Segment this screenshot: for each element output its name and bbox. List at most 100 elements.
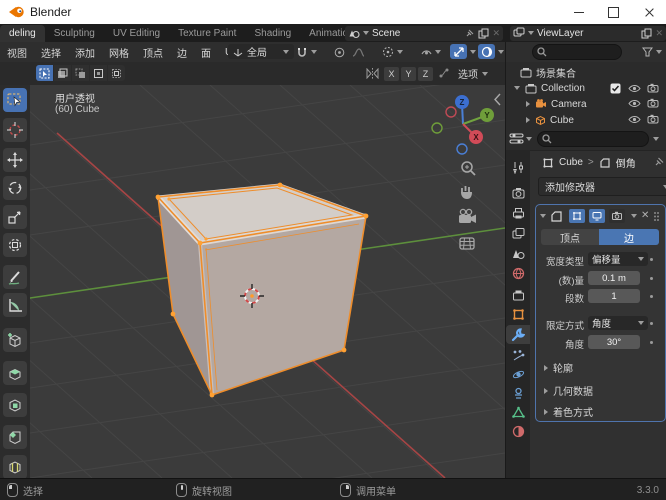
pin-icon[interactable] [654, 156, 665, 167]
amount-field[interactable]: 0.1 m [588, 271, 640, 285]
chevron-down-icon[interactable] [656, 50, 662, 54]
drag-handle-icon[interactable] [653, 211, 660, 222]
breadcrumb-object[interactable]: Cube [559, 157, 583, 168]
workspace-tab-uv-editing[interactable]: UV Editing [104, 25, 169, 42]
tab-view-layer[interactable] [506, 224, 530, 243]
tool-move[interactable] [3, 148, 27, 172]
falloff-curve-icon[interactable] [352, 47, 365, 58]
menu-edge[interactable]: 边 [170, 45, 194, 60]
outliner-row-scene-collection[interactable]: 场景集合 [506, 64, 666, 80]
close-button[interactable] [632, 0, 666, 24]
properties-search-input[interactable] [537, 131, 649, 147]
animate-dot[interactable] [650, 277, 653, 280]
snap-symmetry-icon[interactable] [438, 67, 450, 79]
gizmo-x-neg-ball[interactable] [445, 106, 457, 118]
tab-collection-props[interactable] [506, 286, 530, 305]
menu-vertex[interactable]: 顶点 [136, 45, 170, 60]
chevron-down-icon[interactable] [435, 50, 441, 54]
render-camera-icon[interactable] [647, 83, 659, 93]
scene-selector[interactable]: Scene ✕ [345, 25, 503, 41]
tool-extrude-region[interactable] [3, 361, 27, 385]
eye-icon[interactable] [628, 115, 641, 124]
tool-rotate[interactable] [3, 176, 27, 200]
bevel-tab-vertices[interactable]: 顶点 [541, 229, 599, 245]
viewlayer-selector[interactable]: ViewLayer ✕ [510, 25, 666, 41]
tool-measure[interactable] [3, 293, 27, 317]
minimize-button[interactable] [562, 0, 596, 24]
select-mode-lasso[interactable] [90, 65, 107, 81]
tool-annotate[interactable] [3, 265, 27, 289]
new-viewlayer-icon[interactable] [641, 28, 652, 39]
eye-icon[interactable] [628, 84, 641, 93]
tool-box-select[interactable] [3, 88, 27, 112]
tab-scene[interactable] [506, 244, 530, 263]
workspace-tab-modeling[interactable]: deling [0, 25, 45, 42]
workspace-tab-shading[interactable]: Shading [245, 25, 300, 42]
viewport-3d[interactable]: Z Y X [0, 74, 666, 500]
outliner-row-collection[interactable]: Collection [506, 80, 666, 96]
select-mode-circle[interactable] [72, 65, 89, 81]
tab-constraints[interactable] [506, 384, 530, 403]
disclosure-closed-icon[interactable] [526, 117, 530, 123]
outliner-search-input[interactable] [532, 44, 622, 60]
snap-magnet-icon[interactable] [296, 46, 308, 58]
tab-object-data[interactable] [506, 403, 530, 422]
section-profile[interactable]: 轮廓 [544, 360, 573, 375]
animate-dot[interactable] [650, 258, 653, 261]
workspace-tab-sculpting[interactable]: Sculpting [45, 25, 104, 42]
tab-render[interactable] [506, 184, 530, 203]
disclosure-closed-icon[interactable] [526, 101, 530, 107]
tool-bevel[interactable] [3, 425, 27, 449]
tab-physics[interactable] [506, 365, 530, 384]
tool-add-cube[interactable] [3, 328, 27, 352]
eye-icon[interactable] [628, 99, 641, 108]
tab-tool[interactable] [506, 158, 530, 177]
section-shading[interactable]: 着色方式 [544, 404, 593, 419]
tool-loop-cut[interactable] [3, 455, 27, 479]
tab-output[interactable] [506, 204, 530, 223]
menu-mesh[interactable]: 网格 [102, 45, 136, 60]
tab-modifiers[interactable] [506, 325, 530, 344]
pin-icon[interactable] [465, 28, 475, 38]
tool-cursor[interactable] [3, 118, 27, 142]
tab-particles[interactable] [506, 346, 530, 365]
tool-scale[interactable] [3, 205, 27, 229]
animate-dot[interactable] [650, 322, 653, 325]
render-camera-icon[interactable] [647, 114, 659, 124]
maximize-button[interactable] [596, 0, 630, 24]
proportional-edit-icon[interactable] [334, 47, 345, 58]
limit-method-dropdown[interactable]: 角度 [588, 316, 648, 330]
segments-field[interactable]: 1 [588, 289, 640, 303]
animate-dot[interactable] [650, 295, 653, 298]
outliner-row-camera[interactable]: Camera [506, 96, 666, 112]
width-type-dropdown[interactable]: 偏移量 [588, 252, 648, 266]
chevron-down-icon[interactable] [498, 50, 504, 54]
outliner-row-cube[interactable]: Cube [506, 112, 666, 128]
pivot-point-icon[interactable] [382, 46, 394, 58]
mirror-y-toggle[interactable]: Y [401, 66, 416, 81]
tab-object[interactable] [506, 305, 530, 324]
new-scene-icon[interactable] [478, 28, 489, 39]
chevron-down-icon[interactable] [397, 50, 403, 54]
add-modifier-dropdown[interactable]: 添加修改器 [538, 177, 666, 196]
menu-view[interactable]: 视图 [0, 45, 34, 60]
filter-icon[interactable] [642, 47, 653, 57]
mirror-z-toggle[interactable]: Z [418, 66, 433, 81]
select-mode-paint[interactable] [108, 65, 125, 81]
gizmo-y-neg-ball[interactable] [431, 122, 443, 134]
chevron-down-icon[interactable] [470, 50, 476, 54]
tab-material[interactable] [506, 422, 530, 441]
transform-orientation-dropdown[interactable]: 全局 [228, 44, 294, 59]
modifier-extras-icon[interactable] [631, 214, 637, 218]
show-overlays-toggle[interactable] [478, 44, 495, 59]
unlink-scene-icon[interactable]: ✕ [492, 28, 500, 39]
render-display-toggle[interactable] [609, 209, 625, 223]
tab-world[interactable] [506, 264, 530, 283]
menu-select[interactable]: 选择 [34, 45, 68, 60]
chevron-down-icon[interactable] [311, 50, 317, 54]
remove-viewlayer-icon[interactable]: ✕ [655, 28, 663, 39]
show-hide-icon[interactable] [420, 46, 433, 58]
mirror-x-toggle[interactable]: X [384, 66, 399, 81]
animate-dot[interactable] [650, 341, 653, 344]
tool-transform[interactable] [3, 233, 27, 257]
